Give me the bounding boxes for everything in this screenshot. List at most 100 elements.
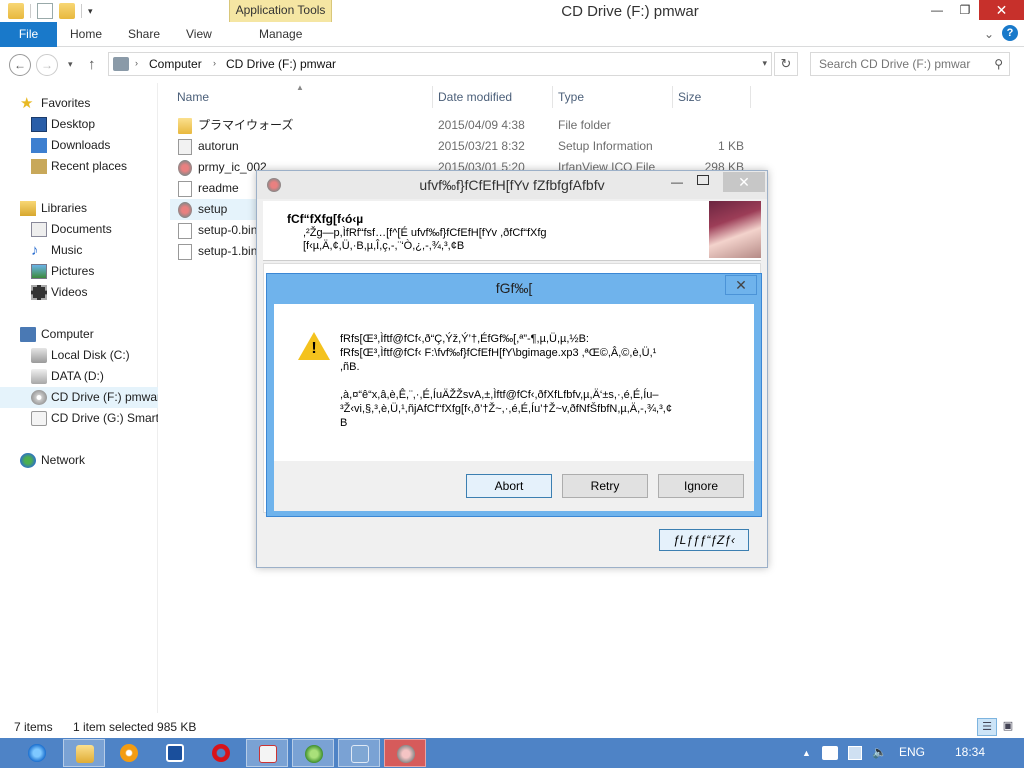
new-folder-icon[interactable] bbox=[59, 3, 75, 19]
back-button[interactable]: ← bbox=[9, 54, 31, 76]
column-header-size[interactable]: Size bbox=[678, 90, 701, 104]
local-disk-icon bbox=[31, 348, 47, 363]
breadcrumb-computer[interactable]: Computer bbox=[149, 57, 202, 71]
details-view-icon[interactable]: ☰ bbox=[977, 718, 997, 736]
opera-icon bbox=[212, 744, 230, 762]
selection-info: 1 item selected 985 KB bbox=[73, 720, 197, 734]
folder-icon bbox=[76, 745, 94, 763]
abort-button[interactable]: Abort bbox=[466, 474, 552, 498]
installer-title-bar: ufvf‰f}fCfEfH[fYv fZfbfgfAfbfv — ✕ bbox=[257, 171, 767, 199]
column-header-name[interactable]: Name bbox=[177, 90, 209, 104]
nav-network[interactable]: Network bbox=[0, 450, 158, 471]
address-dropdown-icon[interactable]: ▾ bbox=[762, 58, 767, 69]
dialog-message-area: ! fRfs[Œ³,Ìftf@fCf‹,ð“Ç,Ýž,Ý’†,ÉfGf‰[,ª”… bbox=[274, 304, 754, 461]
installer-minimize-button[interactable]: — bbox=[671, 175, 683, 189]
column-divider[interactable] bbox=[672, 86, 673, 108]
forward-button[interactable]: → bbox=[36, 54, 58, 76]
column-divider[interactable] bbox=[432, 86, 433, 108]
maxthon-button[interactable] bbox=[154, 739, 196, 767]
taskbar-app-button[interactable] bbox=[246, 739, 288, 767]
nav-recent-places[interactable]: Recent places bbox=[0, 156, 158, 177]
nav-pictures[interactable]: Pictures bbox=[0, 261, 158, 282]
quick-access-toolbar: ▾ bbox=[8, 3, 93, 19]
show-hidden-icons-icon[interactable]: ▲ bbox=[802, 748, 811, 758]
network-tray-icon[interactable] bbox=[848, 746, 862, 760]
installer-close-button[interactable]: ✕ bbox=[723, 172, 765, 192]
tab-file[interactable]: File bbox=[0, 22, 57, 47]
cd-drive-icon bbox=[31, 390, 47, 405]
dialog-close-button[interactable]: ✕ bbox=[725, 275, 757, 295]
breadcrumb-separator[interactable]: › bbox=[213, 58, 216, 68]
maximize-button[interactable]: ❐ bbox=[951, 0, 979, 20]
dialog-message: fRfs[Œ³,Ìftf@fCf‹ F:\fvf‰f}fCfEfH[fY\bgi… bbox=[340, 347, 657, 359]
clock[interactable]: 18:34 bbox=[955, 745, 985, 759]
properties-icon[interactable] bbox=[37, 3, 53, 19]
text-file-icon bbox=[178, 181, 192, 197]
taskbar-app-button[interactable] bbox=[292, 739, 334, 767]
sort-ascending-icon: ▲ bbox=[296, 83, 304, 92]
nav-local-disk-c[interactable]: Local Disk (C:) bbox=[0, 345, 158, 366]
recent-locations-chevron-icon[interactable]: ▾ bbox=[68, 59, 73, 70]
search-box[interactable]: ⚲ bbox=[810, 52, 1010, 76]
nav-videos[interactable]: Videos bbox=[0, 282, 158, 303]
file-row[interactable]: autorun 2015/03/21 8:32 Setup Informatio… bbox=[170, 136, 760, 157]
nav-music[interactable]: ♪ Music bbox=[0, 240, 158, 261]
nav-data-d[interactable]: DATA (D:) bbox=[0, 366, 158, 387]
folder-icon[interactable] bbox=[8, 3, 24, 19]
column-header-type[interactable]: Type bbox=[558, 90, 584, 104]
window-controls: — ❐ ✕ bbox=[923, 0, 1024, 20]
retry-button[interactable]: Retry bbox=[562, 474, 648, 498]
nav-cd-drive-f[interactable]: CD Drive (F:) pmwar bbox=[0, 387, 158, 408]
column-divider[interactable] bbox=[552, 86, 553, 108]
exclamation-mark: ! bbox=[311, 340, 317, 357]
close-button[interactable]: ✕ bbox=[979, 0, 1024, 20]
nav-desktop[interactable]: Desktop bbox=[0, 114, 158, 135]
nav-cd-drive-g[interactable]: CD Drive (G:) Smartf bbox=[0, 408, 158, 429]
address-bar[interactable]: › Computer › CD Drive (F:) pmwar ▾ bbox=[108, 52, 772, 76]
file-row[interactable]: プラマイウォーズ 2015/04/09 4:38 File folder bbox=[170, 115, 760, 136]
downloads-icon bbox=[31, 138, 47, 153]
tab-share[interactable]: Share bbox=[128, 22, 160, 47]
breadcrumb-cd-drive[interactable]: CD Drive (F:) pmwar bbox=[226, 57, 336, 71]
breadcrumb-separator[interactable]: › bbox=[135, 58, 138, 68]
installer-heading: fCf“fXfg[f‹ó‹µ bbox=[287, 212, 364, 226]
help-icon[interactable]: ? bbox=[1002, 25, 1018, 41]
tab-view[interactable]: View bbox=[186, 22, 212, 47]
up-button[interactable]: ↑ bbox=[88, 56, 96, 73]
expand-ribbon-icon[interactable]: ⌄ bbox=[984, 27, 994, 41]
installer-taskbar-button[interactable] bbox=[384, 739, 426, 767]
column-header-date-modified[interactable]: Date modified bbox=[438, 90, 512, 104]
nav-documents[interactable]: Documents bbox=[0, 219, 158, 240]
action-center-icon[interactable] bbox=[822, 746, 838, 760]
network-icon bbox=[20, 453, 36, 468]
minimize-button[interactable]: — bbox=[923, 0, 951, 20]
internet-explorer-button[interactable] bbox=[16, 739, 58, 767]
taskbar-app-button[interactable] bbox=[338, 739, 380, 767]
media-player-button[interactable] bbox=[108, 739, 150, 767]
search-input[interactable] bbox=[811, 53, 981, 75]
tab-manage[interactable]: Manage bbox=[259, 22, 302, 47]
installer-maximize-button[interactable] bbox=[697, 175, 709, 185]
refresh-button[interactable]: ↻ bbox=[774, 52, 798, 76]
installer-cancel-button[interactable]: ƒLƒƒƒ“ƒZƒ‹ bbox=[659, 529, 749, 551]
nav-computer[interactable]: Computer bbox=[0, 324, 158, 345]
tab-home[interactable]: Home bbox=[70, 22, 102, 47]
large-icons-view-icon[interactable]: ▣ bbox=[998, 718, 1018, 736]
customize-chevron-icon[interactable]: ▾ bbox=[88, 3, 93, 19]
volume-icon[interactable]: 🔈 bbox=[872, 745, 887, 759]
opera-button[interactable] bbox=[200, 739, 242, 767]
column-divider[interactable] bbox=[750, 86, 751, 108]
nav-downloads[interactable]: Downloads bbox=[0, 135, 158, 156]
installer-title: ufvf‰f}fCfEfH[fYv fZfbfgfAfbfv bbox=[419, 177, 605, 193]
installer-description: [f‹µ,Ä,¢,Ü,·B,µ,Î,ç,-,¨‘Ò,¿,-,¾,³,¢B bbox=[303, 240, 465, 252]
search-icon[interactable]: ⚲ bbox=[994, 57, 1003, 71]
input-language[interactable]: ENG bbox=[899, 745, 925, 759]
installer-icon bbox=[397, 745, 415, 763]
dialog-message: ³Ž‹vi,§,³,è,Ü,¹,ñjAfCf“fXfg[f‹,ð’†Ž~,·,é… bbox=[340, 403, 672, 415]
file-explorer-button[interactable] bbox=[63, 739, 105, 767]
nav-favorites[interactable]: ★ Favorites bbox=[0, 93, 158, 114]
file-icon bbox=[178, 223, 192, 239]
nav-libraries[interactable]: Libraries bbox=[0, 198, 158, 219]
ignore-button[interactable]: Ignore bbox=[658, 474, 744, 498]
application-tools-tab: Application Tools bbox=[229, 0, 332, 22]
